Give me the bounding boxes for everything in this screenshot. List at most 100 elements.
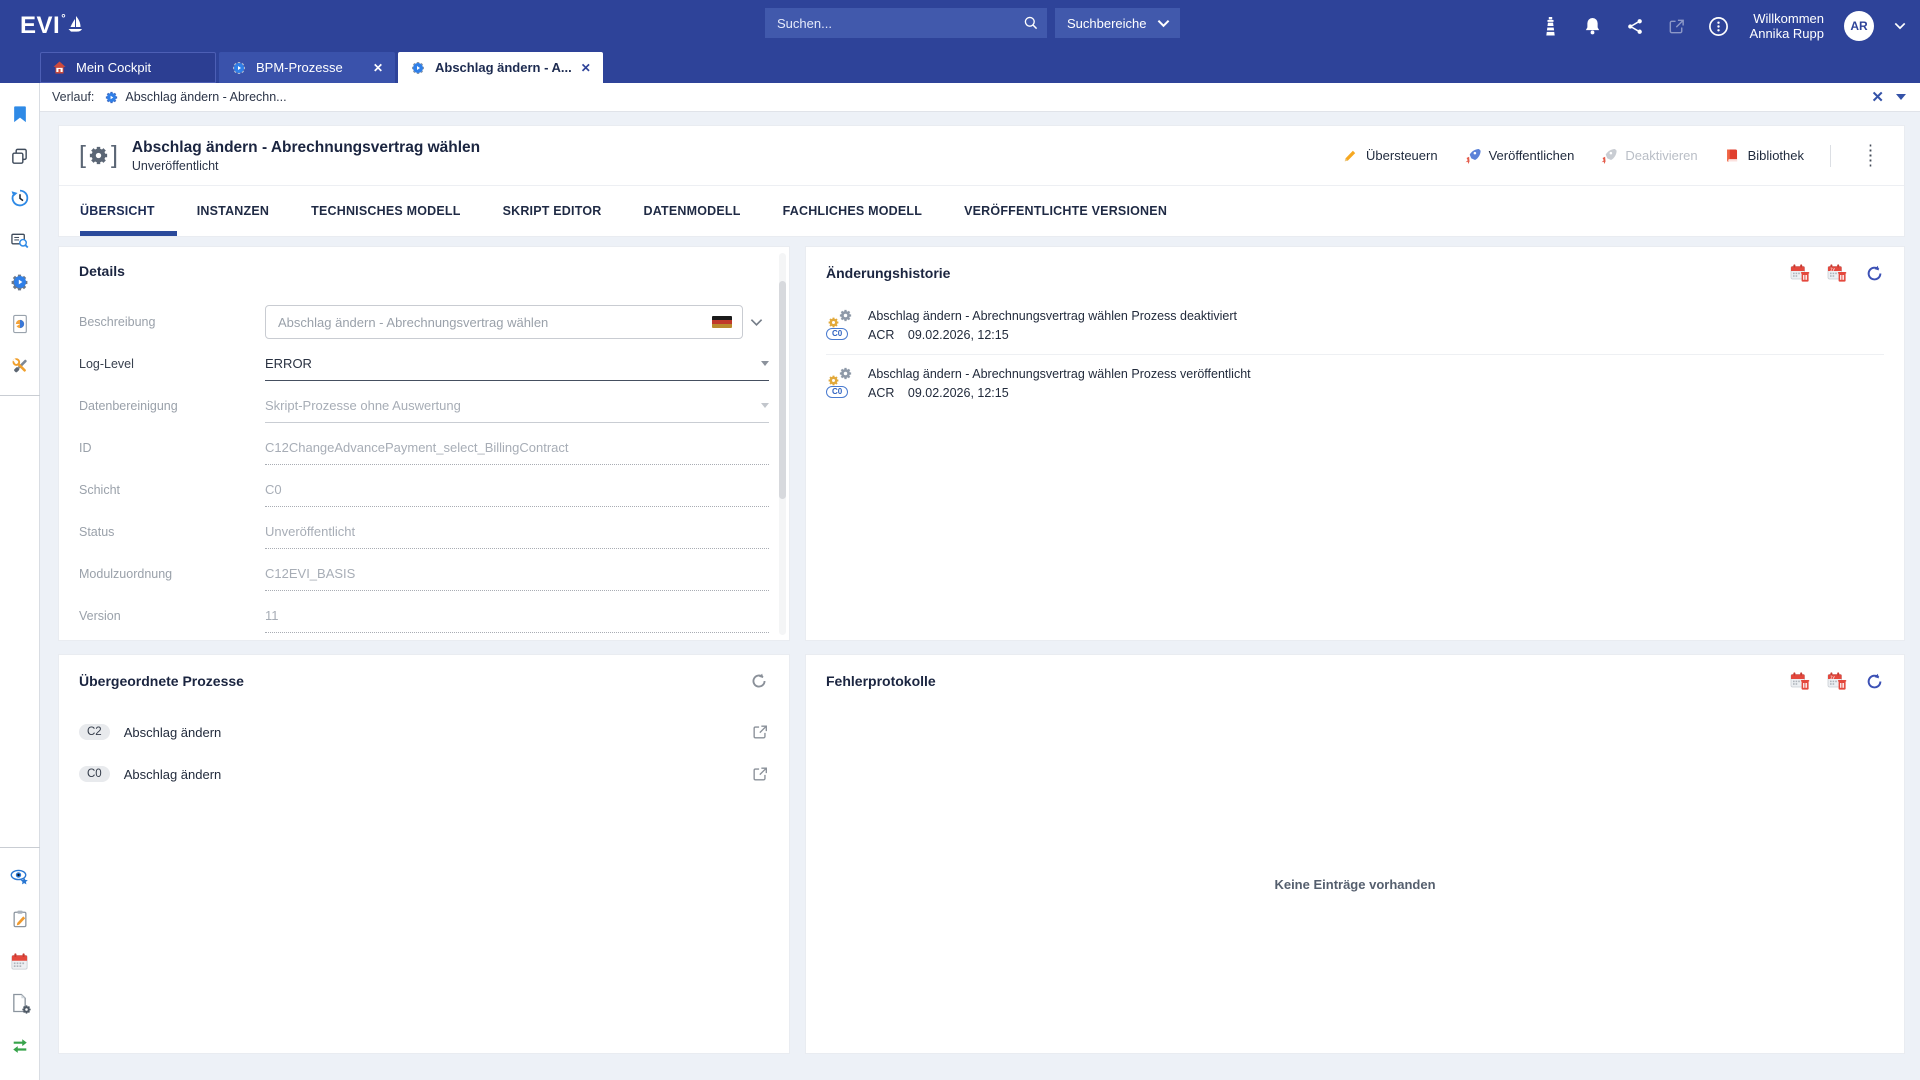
sidebar-divider [0, 395, 40, 396]
chevron-down-icon [1157, 19, 1170, 28]
override-button[interactable]: Übersteuern [1342, 148, 1438, 164]
layer-badge: C0 [826, 386, 848, 398]
user-name: Annika Rupp [1750, 26, 1824, 41]
search-input[interactable] [777, 16, 1023, 31]
entry-text: Abschlag ändern - Abrechnungsvertrag wäh… [868, 366, 1251, 383]
search-list-icon[interactable] [9, 229, 31, 251]
close-icon[interactable]: ✕ [581, 61, 591, 75]
delete-older-1y-icon[interactable]: 1y [1827, 671, 1847, 691]
clipboard-edit-icon[interactable] [9, 908, 31, 930]
search-scope-dropdown[interactable]: Suchbereiche [1055, 8, 1180, 38]
swap-icon[interactable] [9, 1034, 31, 1056]
delete-older-1y-icon[interactable]: 1y [1827, 263, 1847, 283]
search-scope-label: Suchbereiche [1067, 16, 1147, 31]
change-history-entry[interactable]: C0 Abschlag ändern - Abrechnungsvertrag … [826, 354, 1884, 412]
chevron-down-icon[interactable] [743, 318, 769, 327]
help-icon[interactable] [1708, 15, 1730, 37]
clear-history-icon[interactable]: ✕ [1871, 90, 1884, 105]
process-name: Abschlag ändern [124, 767, 222, 782]
left-sidebar [0, 83, 40, 1080]
publish-button[interactable]: Veröffentlichen [1464, 147, 1575, 164]
rocket-disabled-icon [1600, 147, 1617, 164]
german-flag-icon [712, 316, 732, 328]
delete-by-date-icon[interactable] [1790, 263, 1810, 283]
refresh-icon[interactable] [1864, 671, 1884, 691]
tab-uebersicht[interactable]: ÜBERSICHT [80, 186, 155, 236]
open-external-icon[interactable] [1666, 15, 1688, 37]
field-log-level: Log-Level ERROR [79, 347, 769, 381]
field-version: Version 11 [79, 599, 769, 633]
open-process-icon[interactable] [751, 723, 769, 741]
change-history-panel: Änderungshistorie 1y C0 [805, 246, 1905, 641]
parent-processes-panel: Übergeordnete Prozesse C2 Abschlag änder… [58, 654, 790, 1054]
parent-processes-title: Übergeordnete Prozesse [79, 673, 244, 689]
entry-meta: ACR 09.02.2026, 12:15 [868, 328, 1237, 342]
bookmark-icon[interactable] [9, 103, 31, 125]
field-modulzuordnung: Modulzuordnung C12EVI_BASIS [79, 557, 769, 591]
entry-user: ACR [868, 328, 894, 342]
close-icon[interactable]: ✕ [373, 61, 383, 75]
tab-technisches-modell[interactable]: TECHNISCHES MODELL [311, 186, 460, 236]
schicht-value: C0 [265, 473, 769, 507]
tab-veroeffentlichte-versionen[interactable]: VERÖFFENTLICHTE VERSIONEN [964, 186, 1167, 236]
tab-mein-cockpit[interactable]: Mein Cockpit [40, 52, 216, 83]
page-header: [ ] Abschlag ändern - Abrechnungsvertrag… [58, 125, 1905, 237]
history-entry[interactable]: Abschlag ändern - Abrechn... [104, 90, 286, 105]
beschreibung-input[interactable]: Abschlag ändern - Abrechnungsvertrag wäh… [265, 305, 743, 339]
search-icon[interactable] [1023, 15, 1039, 31]
more-actions-icon[interactable]: ⋮⋮⋮ [1857, 148, 1884, 163]
rocket-icon [1464, 147, 1481, 164]
tools-icon[interactable] [9, 355, 31, 377]
bpm-process-icon[interactable] [9, 271, 31, 293]
id-value: C12ChangeAdvancePayment_select_BillingCo… [265, 431, 769, 465]
sailboat-icon [67, 15, 84, 35]
parent-process-row[interactable]: C0 Abschlag ändern [79, 753, 769, 795]
delete-by-date-icon[interactable] [1790, 671, 1810, 691]
open-process-icon[interactable] [751, 765, 769, 783]
history-dropdown-icon[interactable] [1896, 94, 1906, 100]
dropdown-caret-icon [761, 361, 769, 366]
sidebar-divider [0, 847, 40, 848]
watch-star-icon[interactable] [9, 866, 31, 888]
dropdown-caret-icon [761, 403, 769, 408]
scrollbar-thumb[interactable] [779, 281, 786, 499]
user-menu-chevron-icon[interactable] [1894, 22, 1906, 30]
details-panel: Details Beschreibung Abschlag ändern - A… [58, 246, 790, 641]
share-icon[interactable] [1624, 15, 1646, 37]
datenbereinigung-select[interactable]: Skript-Prozesse ohne Auswertung [265, 389, 769, 423]
library-button[interactable]: Bibliothek [1724, 147, 1804, 164]
document-gear-icon[interactable] [9, 992, 31, 1014]
tab-bpm-prozesse[interactable]: BPM-Prozesse ✕ [219, 52, 395, 83]
refresh-icon[interactable] [749, 671, 769, 691]
field-status: Status Unveröffentlicht [79, 515, 769, 549]
tab-datenmodell[interactable]: DATENMODELL [643, 186, 740, 236]
tab-abschlag-aendern[interactable]: Abschlag ändern - A... ✕ [398, 52, 603, 83]
process-change-icon: C0 [826, 366, 854, 398]
calendar-icon[interactable] [9, 950, 31, 972]
history-bar: Verlauf: Abschlag ändern - Abrechn... ✕ [40, 83, 1920, 112]
tab-skript-editor[interactable]: SKRIPT EDITOR [503, 186, 602, 236]
details-title: Details [79, 263, 125, 279]
tab-instanzen[interactable]: INSTANZEN [197, 186, 269, 236]
pencil-icon [1342, 148, 1358, 164]
book-icon [1724, 147, 1740, 164]
avatar[interactable]: AR [1844, 11, 1874, 41]
refresh-icon[interactable] [1864, 263, 1884, 283]
pages-icon[interactable] [9, 145, 31, 167]
change-history-entry[interactable]: C0 Abschlag ändern - Abrechnungsvertrag … [826, 297, 1884, 354]
bell-icon[interactable] [1582, 15, 1604, 37]
tab-label: BPM-Prozesse [256, 60, 343, 75]
log-level-select[interactable]: ERROR [265, 347, 769, 381]
actions-divider [1830, 145, 1831, 167]
lighthouse-icon[interactable] [1540, 15, 1562, 37]
history-icon[interactable] [9, 187, 31, 209]
error-logs-panel: Fehlerprotokolle 1y Keine Einträge vorha… [805, 654, 1905, 1054]
process-gear-icon [410, 60, 426, 76]
svg-text:1y: 1y [1830, 674, 1836, 679]
details-scrollbar[interactable] [779, 253, 786, 635]
tab-fachliches-modell[interactable]: FACHLICHES MODELL [783, 186, 923, 236]
section-tab-bar: ÜBERSICHT INSTANZEN TECHNISCHES MODELL S… [59, 186, 1904, 236]
report-icon[interactable] [9, 313, 31, 335]
parent-process-row[interactable]: C2 Abschlag ändern [79, 711, 769, 753]
version-value: 11 [265, 599, 769, 633]
